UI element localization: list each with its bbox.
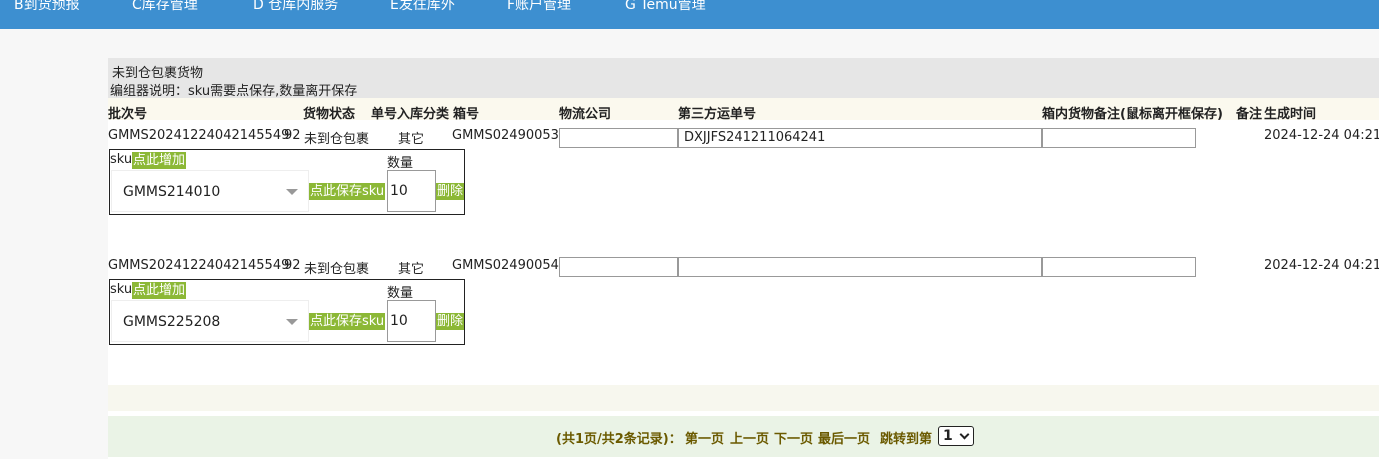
col-remark-box: 箱内货物备注(鼠标离开框保存) — [1042, 107, 1223, 122]
sku-select[interactable]: GMMS214010 — [111, 170, 309, 212]
col-remark: 备注 — [1236, 107, 1263, 122]
editor-note: 编组器说明：sku需要点保存,数量离开保存 — [110, 84, 358, 99]
next-page-link[interactable]: 下一页 — [774, 428, 813, 447]
sku-label: sku — [110, 282, 133, 297]
nav-item-forecast[interactable]: B到货预报 — [14, 0, 80, 14]
delete-button[interactable]: 删除 — [436, 313, 465, 330]
section-title: 未到仓包裹货物 — [112, 66, 204, 81]
main-panel: 未到仓包裹货物 编组器说明：sku需要点保存,数量离开保存 批次号 货物状态 单… — [108, 58, 1379, 459]
category-cell: 其它 — [398, 262, 425, 277]
box-remark-input[interactable] — [1042, 128, 1196, 148]
pagination: (共1页/共2条记录)： 第一页 上一页 下一页 最后一页 跳转到第 1 — [108, 416, 1379, 457]
col-tracking: 第三方运单号 — [678, 107, 757, 122]
top-nav: B到货预报 C库存管理 D 仓库内服务 E发往库外 F账户管理 G Temu管理 — [0, 0, 1379, 29]
sku-select[interactable]: GMMS225208 — [111, 300, 309, 342]
table-footer — [108, 385, 1379, 411]
save-sku-button[interactable]: 点此保存sku — [309, 183, 386, 200]
quantity-label: 数量 — [387, 286, 414, 301]
box-remark-input[interactable] — [1042, 257, 1196, 277]
add-sku-button[interactable]: 点此增加 — [132, 282, 187, 299]
time-cell: 2024-12-24 04:21:55 — [1264, 128, 1379, 143]
batch-suffix-cell: 92 — [284, 128, 301, 143]
save-sku-button[interactable]: 点此保存sku — [309, 313, 386, 330]
sku-label: sku — [110, 152, 133, 167]
add-sku-button[interactable]: 点此增加 — [132, 152, 187, 169]
nav-item-temu[interactable]: G Temu管理 — [625, 0, 706, 14]
col-batch: 批次号 — [108, 107, 148, 122]
sku-editor: sku 点此增加 数量 GMMS214010 点此保存sku 10 删除 — [109, 149, 465, 215]
box-cell: GMMS02490053 — [452, 128, 559, 143]
batch-cell: GMMS20241224042145549 — [108, 128, 290, 143]
jump-label: 跳转到第 — [880, 432, 933, 447]
nav-item-account[interactable]: F账户管理 — [507, 0, 571, 14]
chevron-down-icon — [286, 189, 298, 195]
sku-select-value: GMMS225208 — [123, 314, 221, 330]
status-cell: 未到仓包裹 — [304, 132, 370, 147]
pager-summary: (共1页/共2条记录)： — [556, 432, 682, 447]
chevron-down-icon — [286, 319, 298, 325]
col-category: 单号入库分类 — [371, 107, 450, 122]
tracking-input[interactable] — [678, 257, 1042, 277]
batch-cell: GMMS20241224042145549 — [108, 258, 290, 273]
batch-suffix-cell: 92 — [284, 258, 301, 273]
page-select-value: 1 — [943, 428, 953, 444]
sku-select-value: GMMS214010 — [123, 184, 221, 200]
first-page-link[interactable]: 第一页 — [685, 428, 724, 447]
nav-item-warehouse-service[interactable]: D 仓库内服务 — [253, 0, 338, 14]
tracking-input[interactable]: DXJJFS241211064241 — [678, 128, 1042, 148]
quantity-label: 数量 — [387, 156, 414, 171]
table-header: 批次号 货物状态 单号入库分类 箱号 物流公司 第三方运单号 箱内货物备注(鼠标… — [108, 98, 1379, 122]
logistics-input[interactable] — [559, 257, 678, 277]
last-page-link[interactable]: 最后一页 — [818, 428, 870, 447]
section-header: 未到仓包裹货物 编组器说明：sku需要点保存,数量离开保存 — [108, 58, 1379, 99]
sku-editor: sku 点此增加 数量 GMMS225208 点此保存sku 10 删除 — [109, 279, 465, 345]
delete-button[interactable]: 删除 — [436, 183, 465, 200]
logistics-input[interactable] — [559, 128, 678, 148]
quantity-input[interactable]: 10 — [387, 170, 436, 212]
col-box: 箱号 — [453, 107, 480, 122]
box-cell: GMMS02490054 — [452, 258, 559, 273]
col-time: 生成时间 — [1264, 107, 1317, 122]
status-cell: 未到仓包裹 — [304, 262, 370, 277]
col-status: 货物状态 — [303, 107, 356, 122]
quantity-input[interactable]: 10 — [387, 300, 436, 342]
nav-item-inventory[interactable]: C库存管理 — [132, 0, 198, 14]
nav-item-outbound[interactable]: E发往库外 — [390, 0, 455, 14]
col-logistics: 物流公司 — [559, 107, 612, 122]
category-cell: 其它 — [398, 132, 425, 147]
chevron-down-icon — [959, 429, 970, 440]
time-cell: 2024-12-24 04:21:55 — [1264, 258, 1379, 273]
prev-page-link[interactable]: 上一页 — [730, 428, 769, 447]
page-select[interactable]: 1 — [938, 426, 974, 446]
